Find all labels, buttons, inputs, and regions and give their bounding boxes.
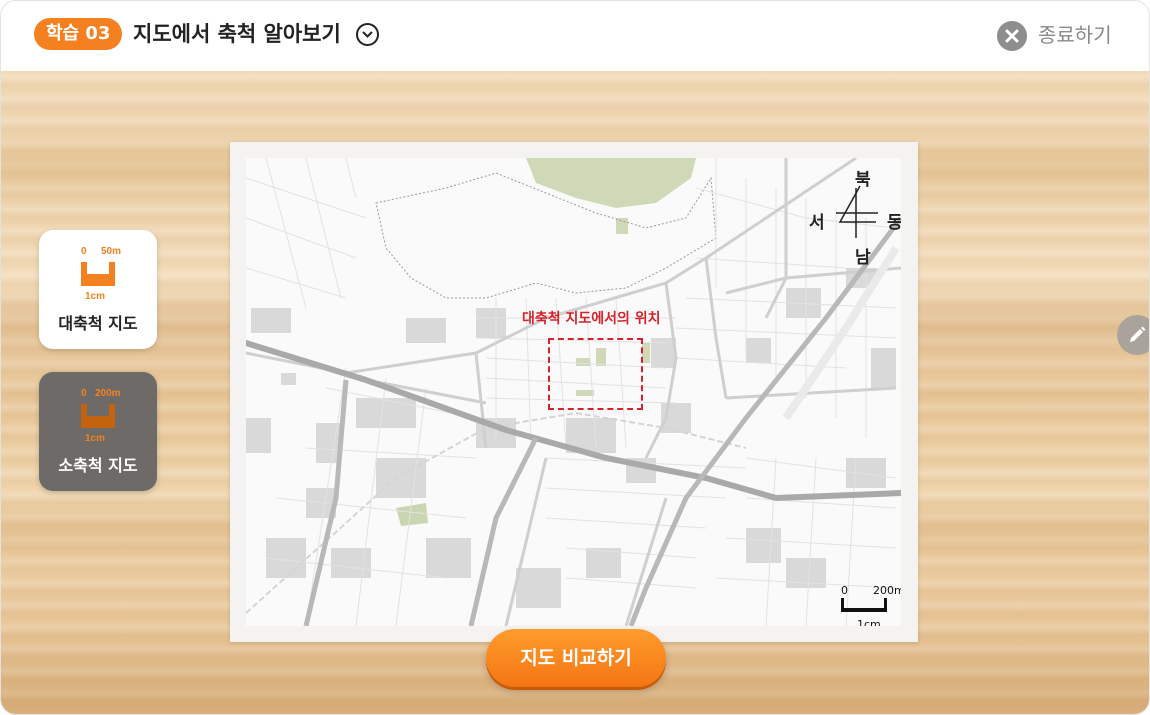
map-scale-value: 200m	[873, 584, 901, 597]
small-scale-map-button[interactable]: 0 200m 1cm 소축척 지도	[39, 372, 157, 491]
map-scale-unit: 1cm	[857, 618, 881, 626]
page-title: 지도에서 축척 알아보기	[133, 22, 341, 46]
scale-value: 200m	[95, 388, 121, 399]
large-scale-area-label: 대축척 지도에서의 위치	[522, 311, 661, 327]
pen-tool-button[interactable]	[1117, 315, 1149, 355]
compass-south: 남	[855, 248, 871, 268]
chevron-down-icon[interactable]	[356, 23, 379, 46]
compass-rose: 북 남 서 동	[809, 165, 901, 268]
map-scale-zero: 0	[841, 584, 848, 597]
lesson-badge: 학습 03	[34, 18, 123, 50]
scale-zero: 0	[81, 246, 87, 257]
compare-maps-button[interactable]: 지도 비교하기	[486, 629, 666, 687]
small-scale-map: 북 남 서 동 대축척 지도에서의 위치 0 200m 1cm	[246, 158, 901, 626]
exit-label: 종료하기	[1038, 23, 1112, 47]
close-icon	[997, 21, 1027, 51]
map-scale-labels: 0 200m 1cm	[839, 580, 901, 626]
top-bar: 학습 03 지도에서 축척 알아보기 종료하기	[1, 1, 1149, 71]
scale-bar-icon: 0 50m 1cm	[81, 246, 121, 302]
app-frame: 학습 03 지도에서 축척 알아보기 종료하기 0 50m 1cm 대축척 지도…	[0, 0, 1150, 715]
pencil-icon	[1130, 326, 1146, 342]
compass-west: 서	[809, 213, 825, 233]
scale-zero: 0	[81, 388, 87, 399]
scale-value: 50m	[101, 246, 121, 257]
large-scale-label: 대축척 지도	[58, 314, 138, 333]
scale-unit: 1cm	[85, 291, 105, 302]
large-scale-area-marker	[548, 338, 643, 410]
scale-bar-icon: 0 200m 1cm	[81, 388, 121, 444]
large-scale-map-button[interactable]: 0 50m 1cm 대축척 지도	[39, 230, 157, 349]
compass-north: 북	[855, 170, 871, 190]
small-scale-label: 소축척 지도	[58, 456, 138, 475]
map-board: 북 남 서 동 대축척 지도에서의 위치 0 200m 1cm	[230, 142, 918, 642]
compass-east: 동	[887, 208, 901, 233]
scale-unit: 1cm	[85, 433, 105, 444]
